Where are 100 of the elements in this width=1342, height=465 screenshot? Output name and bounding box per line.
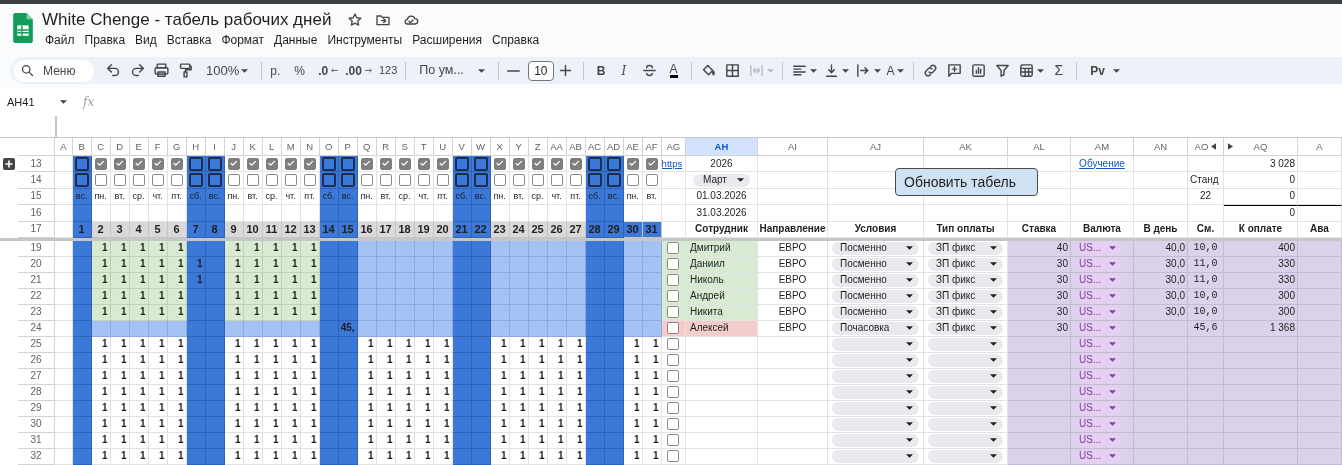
- dropdown[interactable]: Почасовка: [832, 321, 919, 335]
- bold-button[interactable]: B: [588, 58, 614, 83]
- column-header[interactable]: AM: [1071, 138, 1134, 156]
- table-cell: 1: [509, 432, 529, 449]
- column-header[interactable]: AN: [1134, 138, 1188, 156]
- menu-item[interactable]: Правка: [81, 32, 133, 48]
- increase-decimals-button[interactable]: .00: [342, 58, 376, 83]
- menu-item[interactable]: Вставка: [163, 32, 219, 48]
- column-header[interactable]: AI: [758, 138, 828, 156]
- currency-dropdown[interactable]: US...: [1075, 449, 1123, 463]
- dropdown[interactable]: Посменно: [832, 289, 919, 303]
- currency-dropdown[interactable]: US...: [1075, 417, 1123, 431]
- column-header[interactable]: A: [1298, 138, 1342, 156]
- currency-dropdown[interactable]: US...: [1075, 337, 1123, 351]
- row-header[interactable]: 13: [18, 156, 55, 173]
- column-header[interactable]: AQ: [1224, 138, 1298, 156]
- currency-dropdown[interactable]: US...: [1075, 385, 1123, 399]
- table-cell: пн.: [91, 188, 111, 206]
- row-header[interactable]: 15: [18, 188, 55, 206]
- column-header[interactable]: AJ: [828, 138, 924, 156]
- dropdown[interactable]: ЗП фикс: [928, 241, 1003, 255]
- currency-dropdown[interactable]: US...: [1075, 257, 1123, 271]
- row-header[interactable]: 32: [18, 448, 55, 465]
- italic-button[interactable]: I: [613, 58, 638, 83]
- currency-dropdown[interactable]: US...: [1075, 289, 1123, 303]
- menu-item[interactable]: Данные: [271, 32, 325, 48]
- percent-button[interactable]: %: [291, 58, 316, 83]
- currency-dropdown[interactable]: US...: [1075, 273, 1123, 287]
- column-header[interactable]: AO: [1188, 138, 1224, 156]
- currency-dropdown[interactable]: US...: [1075, 241, 1123, 255]
- currency-dropdown[interactable]: US...: [1075, 305, 1123, 319]
- row-header[interactable]: 30: [18, 416, 55, 433]
- table-cell: 1: [262, 384, 282, 401]
- name-box[interactable]: AH41: [7, 93, 67, 111]
- sum-button[interactable]: Σ: [1046, 58, 1072, 83]
- row-header[interactable]: 21: [18, 272, 55, 289]
- row-header[interactable]: 31: [18, 432, 55, 449]
- table-cell: 1: [509, 416, 529, 433]
- row-header[interactable]: 29: [18, 400, 55, 417]
- menu-item[interactable]: Инструменты: [324, 32, 410, 48]
- currency-dropdown[interactable]: US...: [1075, 401, 1123, 415]
- dropdown[interactable]: Посменно: [832, 257, 919, 271]
- search-field[interactable]: Меню: [14, 59, 94, 82]
- currency-dropdown[interactable]: US...: [1075, 433, 1123, 447]
- currency-button[interactable]: р.: [267, 58, 292, 83]
- zoom-dropdown[interactable]: 100%: [198, 58, 257, 83]
- row-header[interactable]: 16: [18, 205, 55, 222]
- link[interactable]: Обучение: [1079, 158, 1125, 169]
- font-size-field[interactable]: 10: [527, 60, 554, 81]
- menu-item[interactable]: Расширения: [409, 32, 489, 48]
- table-cell: пн.: [224, 188, 244, 206]
- refresh-button[interactable]: Обновить табель: [895, 168, 1038, 196]
- column-header[interactable]: AL: [1008, 138, 1071, 156]
- menu-item[interactable]: Файл: [42, 32, 82, 48]
- menu-item[interactable]: Формат: [218, 32, 272, 48]
- formula-label: fx: [83, 94, 95, 111]
- row-header[interactable]: 23: [18, 304, 55, 321]
- row-header[interactable]: 27: [18, 368, 55, 385]
- column-header[interactable]: A: [55, 138, 73, 156]
- menu-item[interactable]: Вид: [132, 32, 164, 48]
- table-cell: 1: [433, 400, 453, 417]
- column-header[interactable]: AK: [924, 138, 1008, 156]
- row-header[interactable]: 22: [18, 288, 55, 305]
- table-cell: 1: [262, 336, 282, 353]
- row-header[interactable]: 26: [18, 352, 55, 369]
- row-header[interactable]: 19: [18, 240, 55, 257]
- table-cell: 1: [623, 416, 643, 433]
- column-header[interactable]: AH: [686, 138, 758, 156]
- table-cell: 1: [148, 336, 168, 353]
- dropdown[interactable]: ЗП фикс: [928, 321, 1003, 335]
- currency-dropdown[interactable]: US...: [1075, 353, 1123, 367]
- dropdown[interactable]: Посменно: [832, 273, 919, 287]
- row-header[interactable]: 20: [18, 256, 55, 273]
- dropdown[interactable]: Посменно: [832, 305, 919, 319]
- table-cell: ЕВРО: [758, 272, 828, 289]
- dropdown[interactable]: ЗП фикс: [928, 273, 1003, 287]
- row-header[interactable]: 28: [18, 384, 55, 401]
- dropdown[interactable]: ЗП фикс: [928, 305, 1003, 319]
- month-dropdown[interactable]: Март: [693, 173, 750, 187]
- table-cell: 1: [376, 448, 396, 465]
- row-header[interactable]: 25: [18, 336, 55, 353]
- dropdown[interactable]: ЗП фикс: [928, 289, 1003, 303]
- column-header[interactable]: AG: [661, 138, 686, 156]
- text-rotation-button[interactable]: A: [883, 58, 908, 83]
- currency-dropdown[interactable]: US...: [1075, 321, 1123, 335]
- decrease-decimals-button[interactable]: .0: [315, 58, 343, 83]
- dropdown[interactable]: ЗП фикс: [928, 257, 1003, 271]
- row-header[interactable]: 24: [18, 320, 55, 337]
- row-header[interactable]: 17: [18, 221, 55, 238]
- table-cell: 1: [433, 336, 453, 353]
- font-dropdown[interactable]: По ум...: [411, 58, 493, 83]
- dropdown[interactable]: Посменно: [832, 241, 919, 255]
- text-color-button[interactable]: A: [661, 58, 686, 83]
- link[interactable]: https: [661, 158, 683, 169]
- row-header[interactable]: 14: [18, 172, 55, 189]
- table-cell: ЕВРО: [758, 240, 828, 257]
- number-format-button[interactable]: 123: [375, 58, 401, 83]
- input-tools-dropdown[interactable]: Pv: [1082, 58, 1128, 83]
- menu-item[interactable]: Справка: [489, 32, 547, 48]
- currency-dropdown[interactable]: US...: [1075, 369, 1123, 383]
